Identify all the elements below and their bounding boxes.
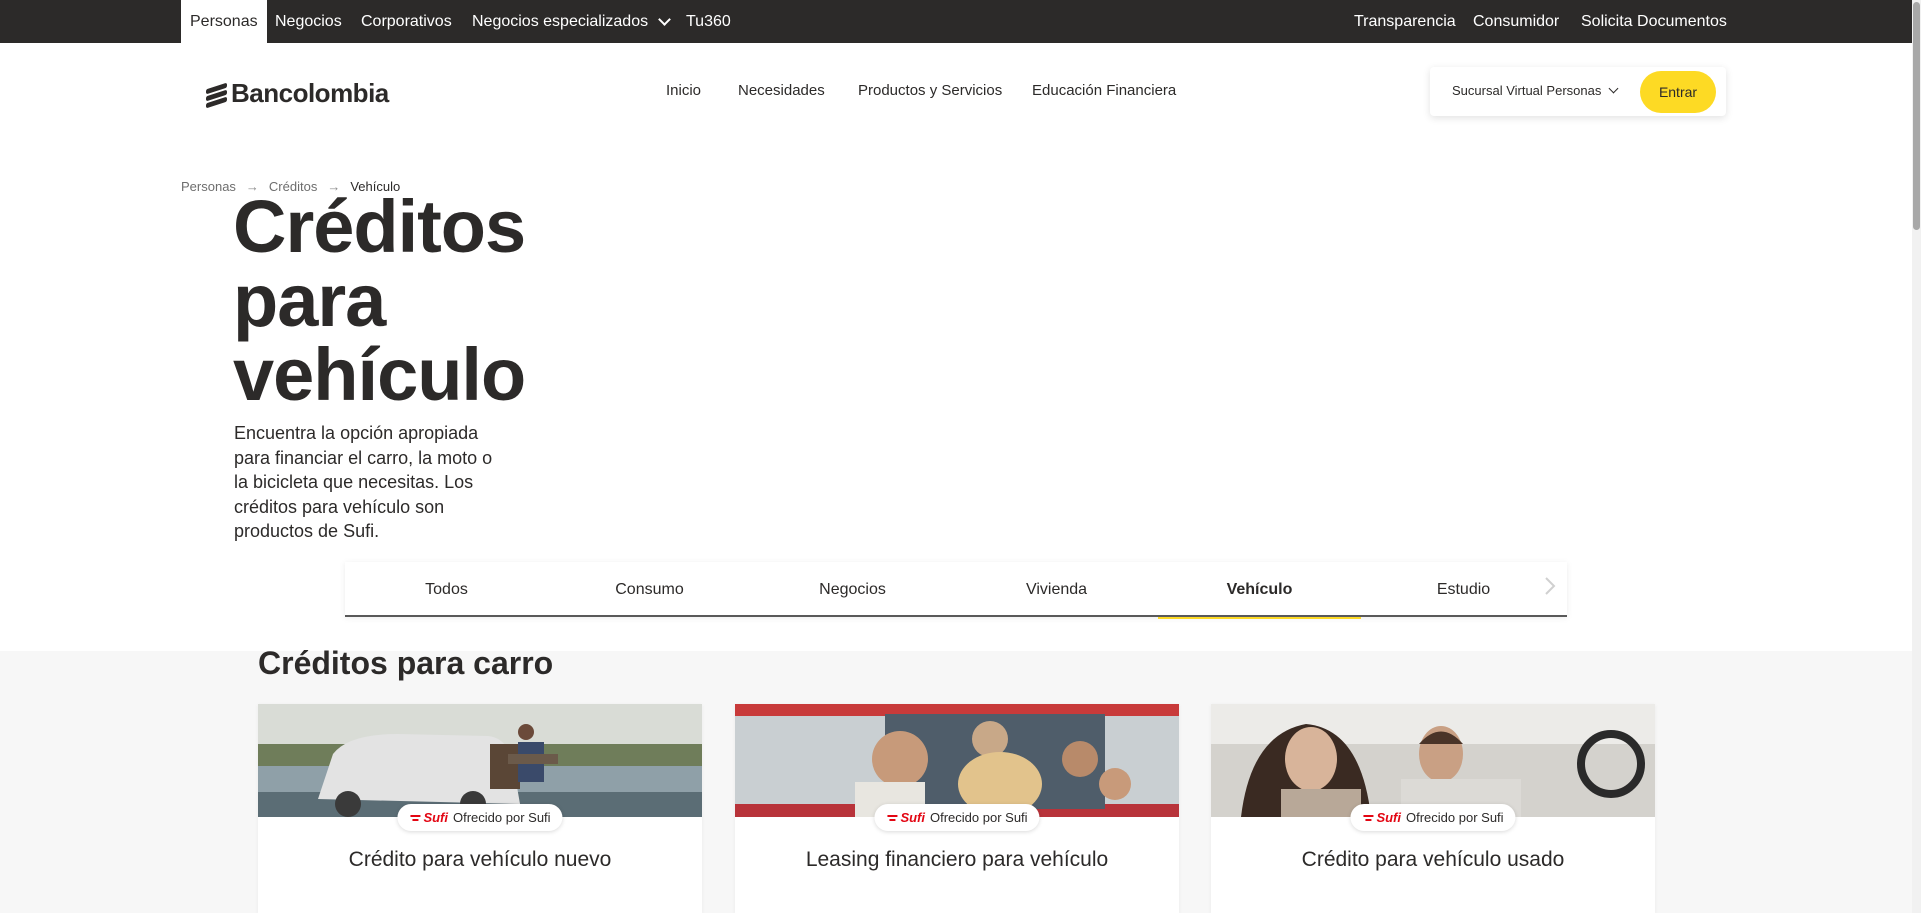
topbar-negocios-especializados-label: Negocios especializados — [472, 12, 649, 30]
card-image-car-couple — [258, 704, 702, 817]
badge-label: Ofrecido por Sufi — [930, 810, 1028, 825]
topbar-solicita-documentos[interactable]: Solicita Documentos — [1581, 0, 1727, 43]
tab-todos-label: Todos — [425, 580, 468, 598]
topbar-negocios-especializados[interactable]: Negocios especializados — [472, 0, 671, 43]
tab-consumo-label: Consumo — [615, 580, 684, 598]
entrar-button[interactable]: Entrar — [1640, 71, 1716, 113]
chevron-down-icon — [1608, 83, 1619, 94]
section-title: Créditos para carro — [258, 645, 554, 681]
card-title: Leasing financiero para vehículo — [805, 848, 1109, 871]
hero-description: Encuentra la opción apropiada para finan… — [234, 423, 493, 541]
sufi-badge: Sufi Ofrecido por Sufi — [397, 804, 563, 831]
tab-estudio[interactable]: Estudio — [1362, 562, 1565, 617]
chevron-down-icon — [658, 12, 671, 26]
topbar-corporativos-label: Corporativos — [361, 12, 452, 30]
sufi-badge: Sufi Ofrecido por Sufi — [1350, 804, 1516, 831]
sufi-brand-text: Sufi — [1376, 810, 1402, 825]
tab-consumo[interactable]: Consumo — [548, 562, 751, 617]
card-title: Crédito para vehículo usado — [1301, 848, 1565, 871]
topbar-transparencia-label: Transparencia — [1354, 12, 1456, 30]
logo-text: Bancolombia — [231, 78, 389, 108]
sufi-logo-icon: Sufi — [409, 810, 448, 825]
breadcrumb-personas[interactable]: Personas — [181, 179, 236, 194]
top-bar: Personas Negocios Corporativos Negocios … — [0, 0, 1912, 43]
card-image-couple-driving — [1211, 704, 1655, 817]
sucursal-virtual-label: Sucursal Virtual Personas — [1452, 83, 1602, 98]
product-card-vehiculo-usado[interactable]: Sufi Ofrecido por Sufi Crédito para vehí… — [1211, 704, 1655, 913]
sufi-logo-icon: Sufi — [886, 810, 925, 825]
page-scrollbar[interactable] — [1912, 0, 1921, 913]
tab-estudio-label: Estudio — [1436, 580, 1491, 598]
badge-label: Ofrecido por Sufi — [1406, 810, 1504, 825]
topbar-solicita-documentos-label: Solicita Documentos — [1581, 12, 1727, 30]
topbar-corporativos[interactable]: Corporativos — [361, 0, 452, 43]
tab-negocios[interactable]: Negocios — [751, 562, 954, 617]
category-tabs: Todos Consumo Negocios Vivienda Vehículo… — [345, 562, 1567, 619]
topbar-transparencia[interactable]: Transparencia — [1354, 0, 1456, 43]
sufi-logo-icon: Sufi — [1362, 810, 1401, 825]
nav-productos-servicios[interactable]: Productos y Servicios — [858, 82, 1002, 99]
sufi-badge: Sufi Ofrecido por Sufi — [874, 804, 1040, 831]
tab-vehiculo-label: Vehículo — [1226, 580, 1293, 598]
tab-vivienda-label: Vivienda — [1025, 580, 1088, 598]
nav-educacion-financiera[interactable]: Educación Financiera — [1032, 82, 1176, 99]
nav-necesidades[interactable]: Necesidades — [738, 82, 825, 99]
chevron-right-icon[interactable] — [1543, 574, 1557, 598]
product-card-vehiculo-nuevo[interactable]: Sufi Ofrecido por Sufi Crédito para vehí… — [258, 704, 702, 913]
bancolombia-logo[interactable]: Bancolombia — [204, 78, 389, 109]
product-card-leasing[interactable]: Sufi Ofrecido por Sufi Leasing financier… — [735, 704, 1179, 913]
card-title: Crédito para vehículo nuevo — [348, 848, 612, 871]
scrollbar-thumb[interactable] — [1913, 2, 1920, 230]
topbar-negocios[interactable]: Negocios — [275, 0, 342, 43]
topbar-consumidor-label: Consumidor — [1473, 12, 1560, 30]
tab-negocios-label: Negocios — [819, 580, 886, 598]
tab-vivienda[interactable]: Vivienda — [955, 562, 1158, 617]
topbar-tu360-label: Tu360 — [686, 12, 731, 30]
topbar-tu360[interactable]: Tu360 — [686, 0, 731, 43]
topbar-negocios-label: Negocios — [275, 12, 342, 30]
nav-inicio[interactable]: Inicio — [666, 82, 701, 99]
badge-label: Ofrecido por Sufi — [453, 810, 551, 825]
topbar-personas-label: Personas — [190, 12, 258, 30]
topbar-consumidor[interactable]: Consumidor — [1473, 0, 1559, 43]
tab-vehiculo[interactable]: Vehículo — [1158, 562, 1361, 619]
bancolombia-logo-icon — [204, 82, 228, 108]
tab-todos[interactable]: Todos — [345, 562, 548, 617]
sufi-brand-text: Sufi — [900, 810, 926, 825]
card-image-family-car — [735, 704, 1179, 817]
topbar-personas[interactable]: Personas — [181, 0, 267, 43]
sucursal-virtual-dropdown[interactable]: Sucursal Virtual Personas — [1452, 83, 1619, 98]
sufi-brand-text: Sufi — [423, 810, 449, 825]
page-title: Créditos para vehículo — [233, 185, 526, 416]
sucursal-virtual-box: Sucursal Virtual Personas Entrar — [1430, 67, 1726, 116]
